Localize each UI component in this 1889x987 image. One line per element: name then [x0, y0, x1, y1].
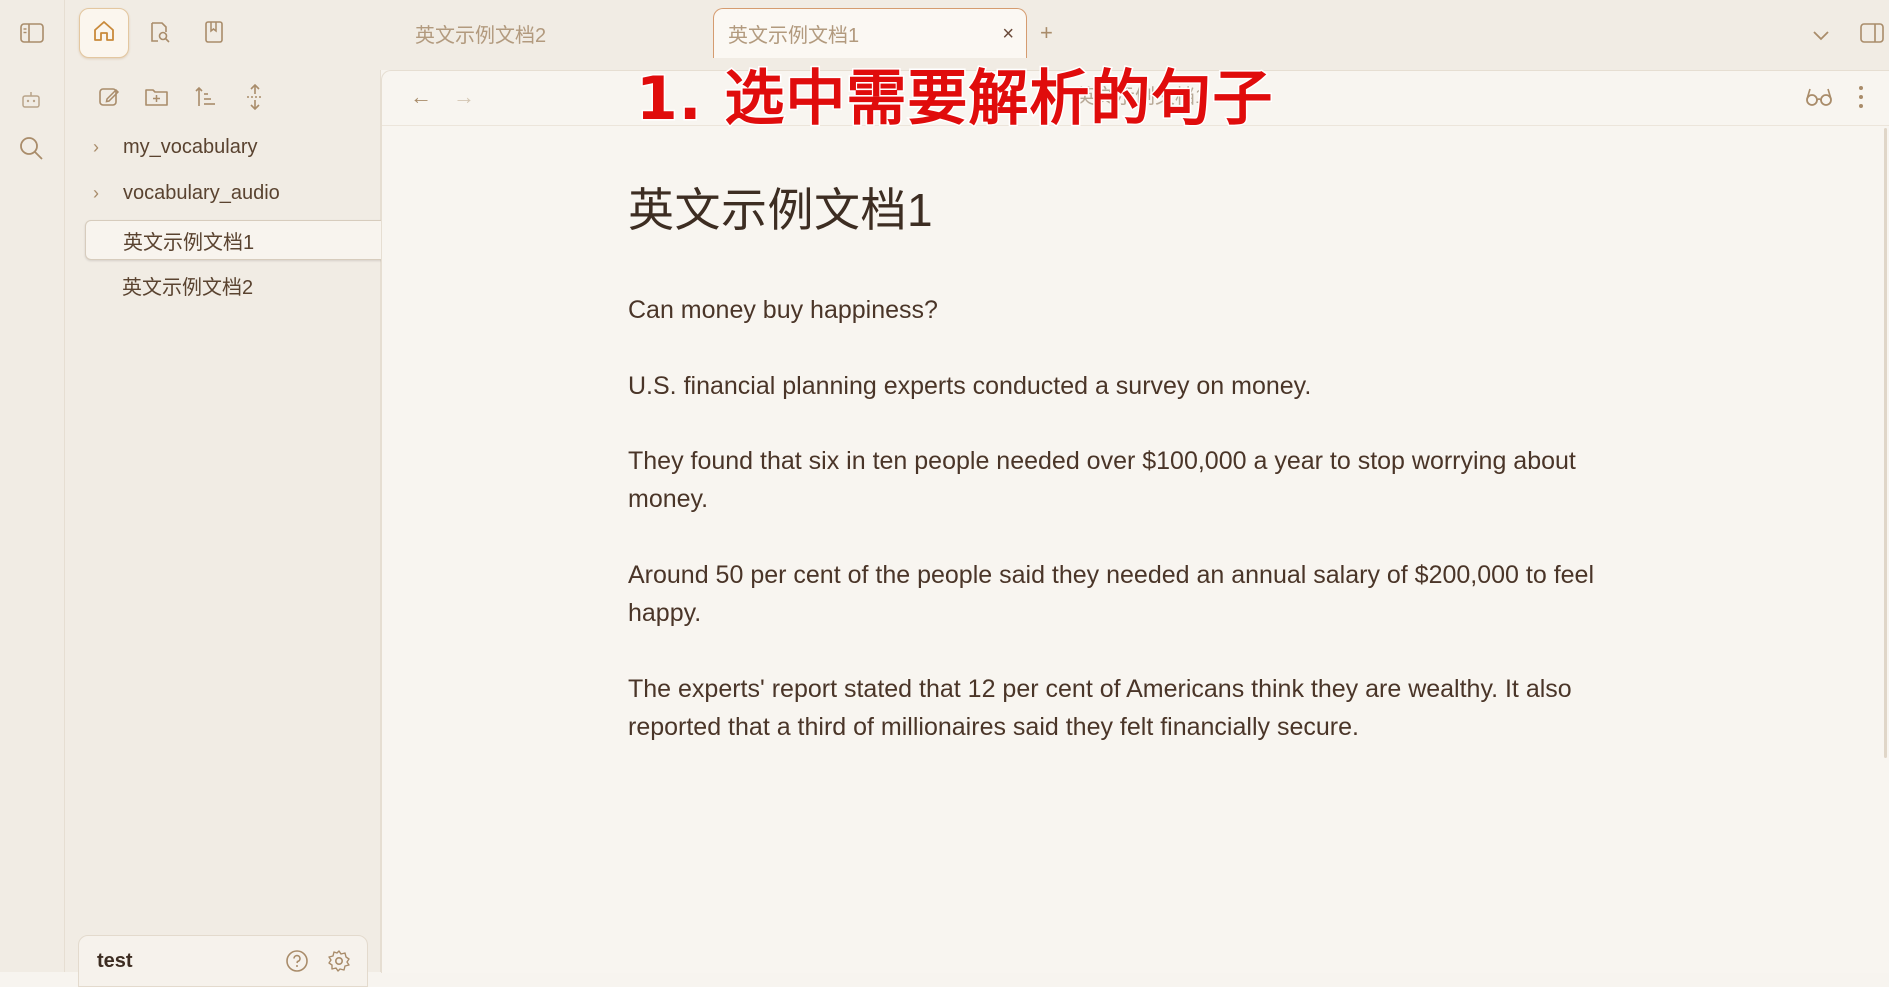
collapse-icon[interactable]: [241, 83, 269, 111]
forward-button[interactable]: →: [453, 84, 475, 110]
chevron-right-icon: ›: [93, 136, 99, 157]
more-options-icon[interactable]: [1854, 83, 1868, 111]
tree-folder-vocabulary-audio[interactable]: › vocabulary_audio: [85, 174, 360, 212]
file-label: 英文示例文档1: [123, 231, 255, 254]
tab-list-chevron-icon[interactable]: [1808, 22, 1834, 48]
editor-pane: [381, 70, 1889, 973]
robot-icon[interactable]: [18, 87, 44, 113]
vault-name[interactable]: test: [97, 950, 133, 973]
new-note-icon[interactable]: [95, 83, 123, 111]
paragraph[interactable]: U.S. financial planning experts conducte…: [628, 367, 1648, 405]
document-title[interactable]: 英文示例文档1: [628, 174, 933, 240]
paragraph[interactable]: They found that six in ten people needed…: [628, 442, 1648, 518]
left-ribbon: [0, 0, 65, 972]
tree-folder-my-vocabulary[interactable]: › my_vocabulary: [85, 128, 360, 166]
tree-file-doc2[interactable]: 英文示例文档2: [85, 266, 397, 304]
tab-doc2[interactable]: 英文示例文档2: [415, 8, 546, 58]
close-icon[interactable]: ×: [1002, 23, 1014, 46]
tab-label: 英文示例文档2: [415, 24, 547, 47]
help-icon[interactable]: [284, 948, 310, 974]
paragraph[interactable]: The experts' report stated that 12 per c…: [628, 670, 1648, 746]
tutorial-annotation: 1. 选中需要解析的句子: [634, 63, 1274, 136]
search-icon[interactable]: [16, 133, 46, 163]
tree-file-doc1[interactable]: 英文示例文档1: [85, 220, 399, 260]
new-tab-button[interactable]: +: [1040, 20, 1053, 46]
home-button[interactable]: [79, 8, 129, 58]
bookmark-icon[interactable]: [200, 18, 228, 46]
paragraph[interactable]: Can money buy happiness?: [628, 291, 1648, 329]
right-sidebar-toggle-icon[interactable]: [1858, 20, 1886, 46]
tab-label: 英文示例文档1: [728, 25, 860, 47]
scrollbar[interactable]: [1884, 128, 1887, 758]
back-button[interactable]: ←: [410, 84, 432, 110]
paragraph[interactable]: Around 50 per cent of the people said th…: [628, 556, 1648, 632]
chevron-right-icon: ›: [93, 182, 99, 203]
file-search-icon[interactable]: [145, 18, 173, 46]
sidebar-toggle-icon[interactable]: [18, 20, 46, 46]
sort-icon[interactable]: [192, 83, 220, 111]
home-icon: [92, 19, 116, 48]
folder-label: vocabulary_audio: [123, 181, 280, 204]
settings-icon[interactable]: [326, 948, 352, 974]
reading-view-icon[interactable]: [1803, 83, 1835, 111]
new-folder-icon[interactable]: [142, 83, 172, 111]
file-label: 英文示例文档2: [122, 276, 254, 299]
folder-label: my_vocabulary: [123, 135, 258, 158]
